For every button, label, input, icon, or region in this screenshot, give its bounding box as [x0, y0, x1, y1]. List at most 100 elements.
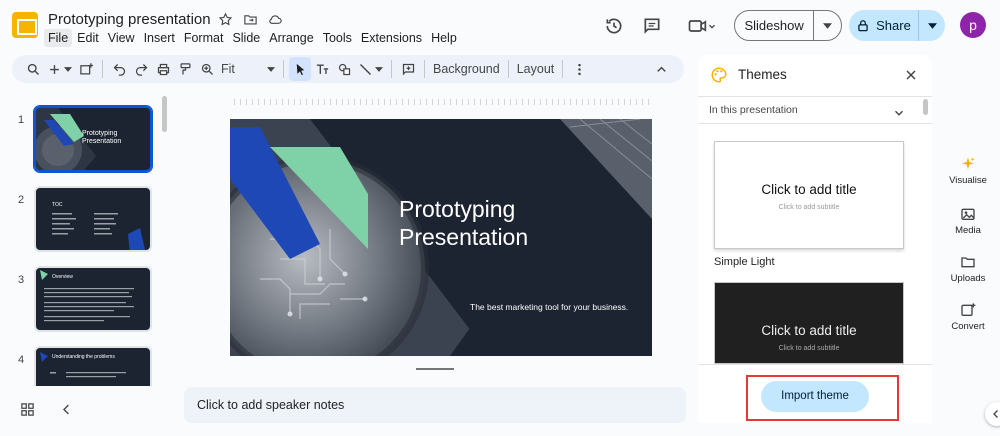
sparkle-icon [962, 157, 975, 170]
collapse-side-panel-button[interactable] [985, 402, 1000, 426]
lock-icon [858, 19, 868, 31]
theme-source-label: In this presentation [709, 104, 798, 116]
menu-bar: File Edit View Insert Format Slide Arran… [44, 29, 462, 47]
slideshow-button[interactable]: Slideshow [734, 10, 842, 41]
zoom-icon[interactable] [196, 57, 218, 81]
filmstrip-scrollbar[interactable] [162, 96, 167, 132]
slide-thumbnail[interactable]: Overview [34, 266, 152, 332]
rail-uploads[interactable]: Uploads [936, 254, 1000, 284]
share-main[interactable]: Share [849, 10, 919, 41]
notes-resize-handle[interactable] [416, 368, 454, 370]
menu-extensions[interactable]: Extensions [357, 29, 426, 47]
document-title[interactable]: Prototyping presentation [48, 11, 211, 28]
slide-filmstrip: 1 Prototyping Presentation 2 TOC 3 Overv… [0, 96, 170, 386]
slideshow-dropdown-icon[interactable] [814, 11, 841, 40]
menu-help[interactable]: Help [427, 29, 461, 47]
comments-icon[interactable] [640, 14, 664, 38]
chevron-down-icon [895, 110, 903, 116]
slide-thumbnail[interactable]: Prototyping Presentation [33, 105, 153, 173]
menu-format[interactable]: Format [180, 29, 228, 47]
insert-slide-icon[interactable] [75, 57, 97, 81]
theme-source-select[interactable]: In this presentation [698, 98, 932, 124]
filmstrip-item[interactable]: 3 Overview [0, 266, 165, 336]
close-icon[interactable] [903, 67, 919, 83]
menu-file[interactable]: File [44, 29, 73, 47]
slideshow-label[interactable]: Slideshow [735, 11, 815, 40]
star-icon[interactable] [218, 12, 233, 27]
rail-label: Visualise [949, 175, 987, 186]
slide-thumbnail[interactable]: TOC [34, 186, 152, 252]
theme-card-title: Click to add title [761, 182, 857, 197]
rail-media[interactable]: Media [936, 206, 1000, 236]
menu-edit[interactable]: Edit [73, 29, 103, 47]
rail-label: Convert [951, 321, 985, 332]
toolbar-divider [562, 60, 564, 78]
themes-header: Themes [698, 55, 932, 97]
theme-name: Simple Light [714, 256, 775, 268]
more-options-icon[interactable] [568, 57, 590, 81]
paint-format-icon[interactable] [174, 57, 196, 81]
toolbar-divider [507, 60, 509, 78]
slide-subtitle[interactable]: The best marketing tool for your busines… [470, 302, 628, 312]
filmstrip-item[interactable]: 4 Understanding the problems [0, 346, 165, 386]
import-theme-button[interactable]: Import theme [761, 381, 869, 412]
filmstrip-item[interactable]: 2 TOC [0, 186, 165, 256]
theme-card-simple-light[interactable]: Click to add title Click to add subtitle [714, 141, 904, 249]
layout-button[interactable]: Layout [514, 57, 558, 81]
menu-insert[interactable]: Insert [140, 29, 179, 47]
toolbar-divider [283, 60, 284, 78]
current-slide[interactable]: Prototyping Presentation The best market… [230, 119, 652, 356]
filmstrip-controls [20, 402, 74, 417]
share-dropdown-icon[interactable] [919, 10, 945, 41]
zoom-select[interactable]: Fit [218, 57, 278, 81]
title-icons [218, 12, 283, 27]
search-menus-icon[interactable] [22, 57, 44, 81]
theme-card-title: Click to add title [761, 323, 857, 338]
new-slide-icon[interactable] [44, 57, 75, 81]
menu-arrange[interactable]: Arrange [265, 29, 317, 47]
theme-card-dark[interactable]: Click to add title Click to add subtitle [714, 282, 904, 364]
slide-title[interactable]: Prototyping Presentation [399, 196, 528, 251]
rail-convert[interactable]: Convert [936, 302, 1000, 332]
select-cursor-icon[interactable] [289, 57, 311, 81]
slide-thumbnail[interactable]: Understanding the problems [34, 346, 152, 386]
undo-icon[interactable] [108, 57, 130, 81]
move-folder-icon[interactable] [243, 12, 258, 27]
slide-number: 1 [18, 114, 25, 126]
theme-card-subtitle: Click to add subtitle [778, 345, 840, 352]
zoom-dropdown-icon [267, 66, 275, 72]
background-button[interactable]: Background [430, 57, 503, 81]
text-box-icon[interactable] [311, 57, 333, 81]
grid-view-icon[interactable] [20, 402, 35, 417]
themes-panel: Themes In this presentation Click to add… [698, 55, 932, 423]
menu-view[interactable]: View [104, 29, 139, 47]
line-icon[interactable] [355, 57, 386, 81]
shape-icon[interactable] [333, 57, 355, 81]
share-button[interactable]: Share [849, 10, 945, 41]
speaker-notes[interactable]: Click to add speaker notes [184, 387, 686, 423]
version-history-icon[interactable] [602, 14, 626, 38]
filmstrip-item[interactable]: 1 Prototyping Presentation [0, 105, 165, 176]
themes-footer: Import theme [698, 364, 932, 423]
user-avatar[interactable]: p [960, 12, 986, 38]
toolbar-divider [391, 60, 392, 78]
main-toolbar: Fit Background Layout [12, 55, 684, 83]
meet-icon[interactable] [684, 14, 720, 38]
thumb-title: Understanding the problems [52, 354, 115, 360]
rail-label: Media [955, 225, 981, 236]
collapse-filmstrip-icon[interactable] [59, 402, 74, 417]
toolbar-divider [424, 60, 425, 78]
slide-number: 2 [18, 194, 25, 206]
chevron-left-icon [993, 410, 998, 418]
redo-icon[interactable] [130, 57, 152, 81]
collapse-toolbar-icon[interactable] [650, 57, 672, 81]
rail-visualise[interactable]: Visualise [936, 156, 1000, 186]
slides-logo-icon[interactable] [12, 12, 38, 38]
media-icon [961, 208, 975, 220]
add-comment-icon[interactable] [397, 57, 419, 81]
themes-scrollbar[interactable] [923, 99, 928, 115]
cloud-saved-icon[interactable] [268, 12, 283, 27]
menu-tools[interactable]: Tools [319, 29, 356, 47]
print-icon[interactable] [152, 57, 174, 81]
menu-slide[interactable]: Slide [228, 29, 264, 47]
